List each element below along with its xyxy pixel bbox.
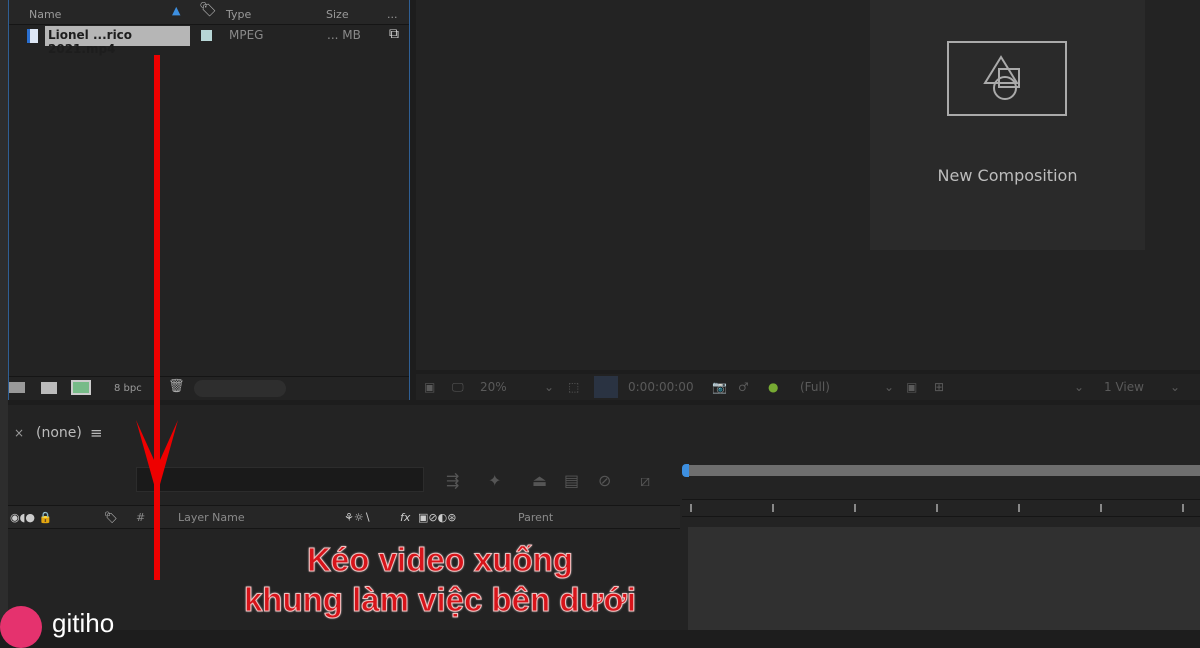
zoom-select[interactable]: 20% [480, 380, 507, 394]
layer-column-header: ◉◖● 🔒 🏷 # Layer Name ⚘☼∖ fx ▣⊘◐⊛ Parent [8, 505, 680, 529]
gitiho-logo-text: gitiho [52, 608, 114, 639]
new-composition-button[interactable]: New Composition [870, 0, 1145, 250]
chevron-down-icon[interactable]: ⌄ [884, 380, 894, 394]
channel-icon[interactable]: ● [768, 380, 778, 394]
fx-icon[interactable]: fx [400, 511, 410, 524]
switches-icons-2[interactable]: ▣⊘◐⊛ [418, 511, 456, 524]
column-more[interactable]: ... [387, 8, 398, 21]
interpret-footage-icon[interactable] [9, 382, 25, 393]
monitor-icon[interactable]: 🖵 [452, 380, 464, 395]
transparency-grid-icon[interactable] [594, 376, 618, 398]
always-preview-icon[interactable]: ▣ [424, 380, 435, 394]
composition-viewer: New Composition [416, 0, 1200, 370]
panel-menu-icon[interactable]: ≡ [90, 424, 103, 442]
av-features-icons[interactable]: ◉◖● 🔒 [10, 511, 52, 524]
shy-layers-icon[interactable]: ⏏ [532, 471, 547, 490]
fast-preview-icon[interactable]: ▣ [906, 380, 917, 394]
chevron-down-icon[interactable]: ⌄ [544, 380, 554, 394]
column-type[interactable]: Type [226, 8, 251, 21]
column-name[interactable]: Name [29, 8, 61, 21]
file-size: ... MB [327, 28, 361, 42]
annotation-text: Kéo video xuống khung làm việc bên dưới [200, 540, 680, 620]
timeline-track-area[interactable] [688, 527, 1200, 630]
region-of-interest-icon[interactable]: ⬚ [568, 380, 579, 394]
time-ruler [682, 405, 1200, 630]
graph-editor-icon[interactable]: ⧄ [640, 471, 650, 491]
annotation-line-1: Kéo video xuống [200, 540, 680, 580]
new-folder-icon[interactable] [41, 382, 57, 394]
comp-flowchart-icon[interactable]: ⇶ [446, 471, 459, 490]
gitiho-logo-icon [0, 606, 42, 648]
resolution-select[interactable]: (Full) [800, 380, 830, 394]
draft-3d-icon[interactable]: ✦ [488, 471, 501, 490]
chevron-down-icon[interactable]: ⌄ [1074, 380, 1084, 394]
frame-blending-icon[interactable]: ▤ [564, 471, 579, 490]
chevron-down-icon[interactable]: ⌄ [1170, 380, 1180, 394]
file-name[interactable]: Lionel ...rico 2021.mp4 [45, 26, 190, 46]
video-file-icon [27, 29, 38, 43]
horizontal-scrollbar[interactable] [194, 380, 286, 397]
left-edge [0, 0, 8, 630]
annotation-line-2: khung làm việc bên dưới [200, 580, 680, 620]
viewer-toolbar: ▣ 🖵 20% ⌄ ⬚ 0:00:00:00 📷 ♂ ● (Full) ⌄ ▣ … [416, 374, 1200, 400]
label-color-swatch[interactable] [201, 30, 212, 41]
snapshot-icon[interactable]: 📷 [712, 380, 727, 394]
column-layer-name[interactable]: Layer Name [178, 511, 245, 524]
new-composition-icon[interactable] [71, 380, 91, 395]
project-file-row[interactable]: Lionel ...rico 2021.mp4 MPEG ... MB ⧉ [9, 25, 409, 47]
ruler-ticks[interactable] [682, 499, 1200, 517]
work-area-bar[interactable] [688, 465, 1200, 476]
sort-ascending-icon[interactable]: ▲ [172, 4, 180, 17]
motion-blur-icon[interactable]: ⊘ [598, 471, 611, 490]
work-area-start-handle[interactable] [682, 464, 689, 477]
composition-icon [947, 41, 1067, 116]
grid-guide-icon[interactable]: ⊞ [934, 380, 944, 394]
flowchart-icon[interactable]: ⧉ [389, 26, 399, 42]
close-tab-icon[interactable]: × [14, 426, 24, 440]
label-tag-icon[interactable]: 🏷 [199, 2, 217, 18]
new-composition-label: New Composition [870, 166, 1145, 185]
timeline-tab[interactable]: (none) [36, 425, 82, 441]
project-column-header: Name ▲ 🏷 Type Size ... [9, 0, 409, 25]
column-parent[interactable]: Parent [518, 511, 553, 524]
project-toolbar: 8 bpc 🗑 [9, 376, 409, 400]
project-panel: Name ▲ 🏷 Type Size ... Lionel ...rico 20… [8, 0, 410, 400]
timecode[interactable]: 0:00:00:00 [628, 380, 694, 394]
view-layout-select[interactable]: 1 View [1104, 380, 1144, 394]
red-arrow [130, 55, 186, 585]
file-type: MPEG [229, 28, 263, 42]
show-snapshot-icon[interactable]: ♂ [738, 380, 749, 394]
column-size[interactable]: Size [326, 8, 349, 21]
label-tag-icon[interactable]: 🏷 [104, 511, 118, 524]
switches-icons[interactable]: ⚘☼∖ [344, 511, 371, 524]
